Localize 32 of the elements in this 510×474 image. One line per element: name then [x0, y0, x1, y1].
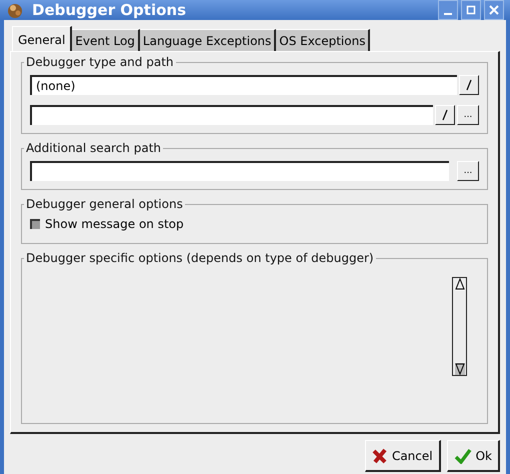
- close-button[interactable]: [484, 0, 504, 20]
- bug-icon: [6, 1, 24, 19]
- dropdown-field[interactable]: (none): [30, 75, 457, 95]
- down-arrow-icon: [454, 363, 464, 375]
- checkbox[interactable]: [30, 219, 40, 229]
- group-title: Debugger specific options (depends on type of debugger): [24, 251, 376, 265]
- path-field[interactable]: [30, 105, 433, 125]
- maximize-icon: [466, 5, 476, 15]
- maximize-button[interactable]: [461, 0, 481, 20]
- tab[interactable]: Event Log: [72, 29, 140, 51]
- dropdown-button[interactable]: [435, 105, 455, 125]
- scrollbar[interactable]: [452, 277, 467, 376]
- minimize-button[interactable]: [438, 0, 458, 20]
- browse-button[interactable]: ...: [457, 105, 479, 125]
- window-title: Debugger Options: [32, 1, 188, 19]
- dropdown-button[interactable]: [459, 75, 479, 95]
- minimize-icon: [444, 13, 452, 15]
- path-field[interactable]: [30, 161, 449, 181]
- group-title: Debugger type and path: [24, 55, 176, 69]
- cross-icon: [372, 448, 388, 464]
- close-icon: [489, 5, 499, 15]
- ok-button[interactable]: Ok: [446, 440, 500, 472]
- checkbox-label: Show message on stop: [45, 217, 184, 231]
- up-arrow-icon: [454, 278, 464, 290]
- browse-button[interactable]: ...: [457, 161, 479, 181]
- check-icon: [454, 448, 472, 464]
- tab[interactable]: Language Exceptions: [140, 29, 276, 51]
- tab[interactable]: General: [12, 26, 72, 51]
- group-title: Debugger general options: [24, 197, 185, 211]
- tab[interactable]: OS Exceptions: [276, 29, 370, 51]
- group-title: Additional search path: [24, 141, 164, 155]
- cancel-button[interactable]: Cancel: [364, 440, 441, 472]
